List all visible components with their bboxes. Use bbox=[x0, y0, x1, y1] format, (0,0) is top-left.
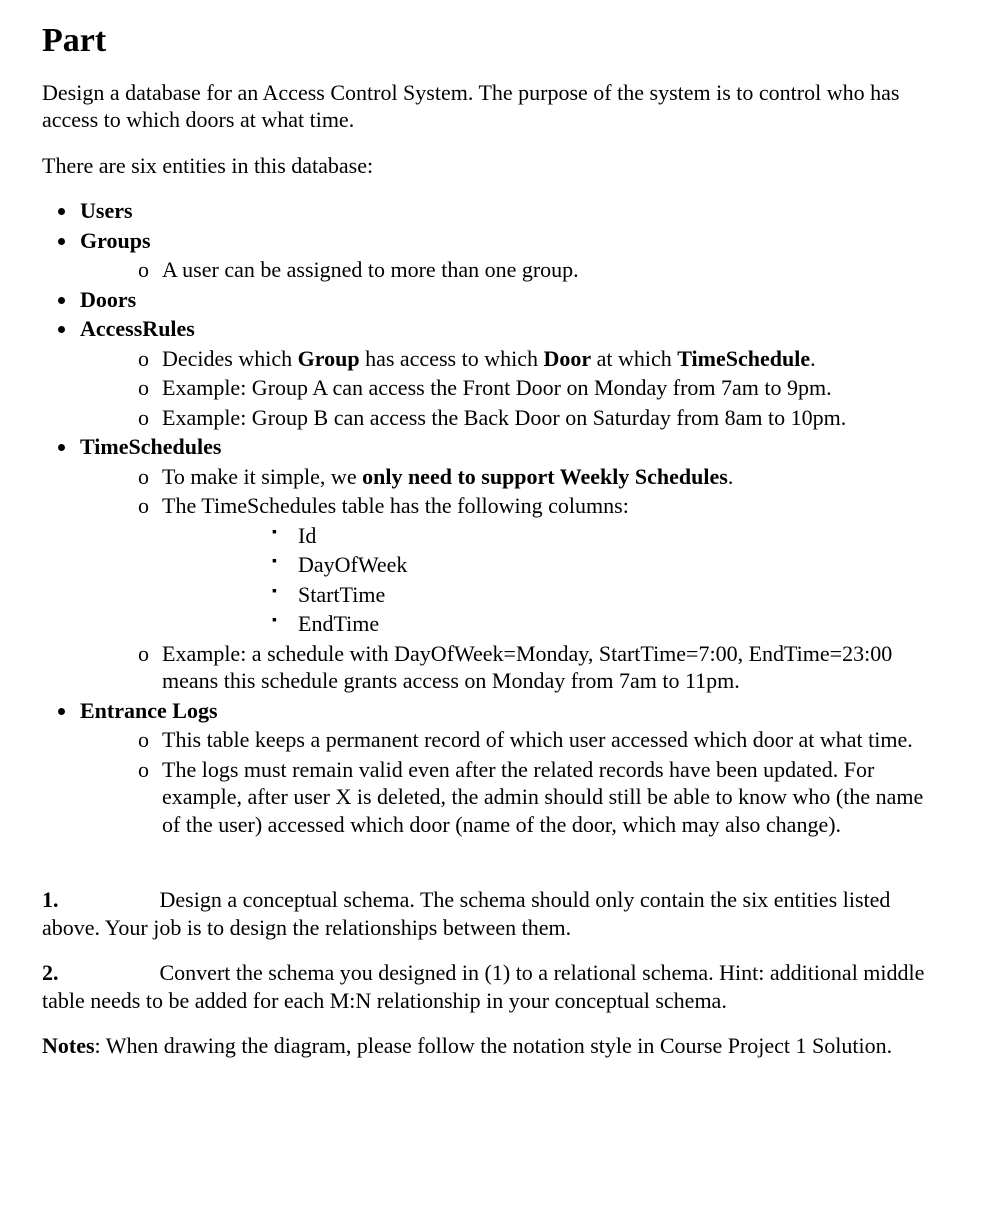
entity-accessrules: AccessRules Decides which Group has acce… bbox=[78, 315, 942, 431]
ar1-ts: TimeSchedule bbox=[677, 346, 810, 371]
entity-entrancelogs-label: Entrance Logs bbox=[80, 698, 218, 723]
ts-columns-list: Id DayOfWeek StartTime EndTime bbox=[162, 522, 942, 638]
ts-col-id-text: Id bbox=[298, 523, 316, 548]
entity-groups: Groups A user can be assigned to more th… bbox=[78, 227, 942, 284]
accessrules-note-2: Example: Group A can access the Front Do… bbox=[138, 374, 942, 402]
ts1-pre: To make it simple, we bbox=[162, 464, 362, 489]
entity-accessrules-sublist: Decides which Group has access to which … bbox=[80, 345, 942, 432]
entity-groups-label: Groups bbox=[80, 228, 151, 253]
task-2: 2. Convert the schema you designed in (1… bbox=[42, 959, 942, 1014]
ts-note-3: Example: a schedule with DayOfWeek=Monda… bbox=[138, 640, 942, 695]
ts3-text: Example: a schedule with DayOfWeek=Monda… bbox=[162, 641, 892, 694]
ar1-mid1: has access to which bbox=[360, 346, 544, 371]
entity-groups-sublist: A user can be assigned to more than one … bbox=[80, 256, 942, 284]
entities-list: Users Groups A user can be assigned to m… bbox=[42, 197, 942, 838]
task-2-number: 2. bbox=[42, 960, 59, 985]
accessrules-note-1: Decides which Group has access to which … bbox=[138, 345, 942, 373]
entity-timeschedules: TimeSchedules To make it simple, we only… bbox=[78, 433, 942, 695]
entity-doors-label: Doors bbox=[80, 287, 136, 312]
task-1-text: Design a conceptual schema. The schema s… bbox=[42, 887, 890, 940]
page-title: Part bbox=[42, 20, 942, 63]
document-page: Part Design a database for an Access Con… bbox=[0, 0, 984, 1210]
el-note-2: The logs must remain valid even after th… bbox=[138, 756, 942, 839]
groups-note-1: A user can be assigned to more than one … bbox=[138, 256, 942, 284]
ts-col-starttime-text: StartTime bbox=[298, 582, 385, 607]
ts-note-1: To make it simple, we only need to suppo… bbox=[138, 463, 942, 491]
entity-accessrules-label: AccessRules bbox=[80, 316, 195, 341]
groups-note-1-text: A user can be assigned to more than one … bbox=[162, 257, 579, 282]
task-2-text: Convert the schema you designed in (1) t… bbox=[42, 960, 924, 1013]
ts-col-id: Id bbox=[272, 522, 942, 550]
entity-timeschedules-sublist: To make it simple, we only need to suppo… bbox=[80, 463, 942, 695]
ar1-pre: Decides which bbox=[162, 346, 298, 371]
ts1-post: . bbox=[728, 464, 734, 489]
notes-text: : When drawing the diagram, please follo… bbox=[95, 1033, 893, 1058]
entity-doors: Doors bbox=[78, 286, 942, 314]
ts-col-starttime: StartTime bbox=[272, 581, 942, 609]
el1-text: This table keeps a permanent record of w… bbox=[162, 727, 913, 752]
entity-entrancelogs: Entrance Logs This table keeps a permane… bbox=[78, 697, 942, 839]
ts-col-endtime: EndTime bbox=[272, 610, 942, 638]
intro-paragraph-1: Design a database for an Access Control … bbox=[42, 79, 942, 134]
ar1-mid2: at which bbox=[591, 346, 677, 371]
intro-paragraph-2: There are six entities in this database: bbox=[42, 152, 942, 180]
entity-entrancelogs-sublist: This table keeps a permanent record of w… bbox=[80, 726, 942, 838]
ts1-bold: only need to support Weekly Schedules bbox=[362, 464, 728, 489]
notes: Notes: When drawing the diagram, please … bbox=[42, 1032, 942, 1060]
el-note-1: This table keeps a permanent record of w… bbox=[138, 726, 942, 754]
entity-timeschedules-label: TimeSchedules bbox=[80, 434, 221, 459]
ts-note-2: The TimeSchedules table has the followin… bbox=[138, 492, 942, 638]
entity-users-label: Users bbox=[80, 198, 133, 223]
task-1-number: 1. bbox=[42, 887, 59, 912]
accessrules-note-3: Example: Group B can access the Back Doo… bbox=[138, 404, 942, 432]
ar2-text: Example: Group A can access the Front Do… bbox=[162, 375, 832, 400]
ar1-door: Door bbox=[543, 346, 591, 371]
ts2-text: The TimeSchedules table has the followin… bbox=[162, 493, 629, 518]
ar1-group: Group bbox=[298, 346, 360, 371]
entity-users: Users bbox=[78, 197, 942, 225]
ar3-text: Example: Group B can access the Back Doo… bbox=[162, 405, 846, 430]
notes-label: Notes bbox=[42, 1033, 95, 1058]
el2-text: The logs must remain valid even after th… bbox=[162, 757, 923, 837]
ts-col-endtime-text: EndTime bbox=[298, 611, 379, 636]
section-spacer bbox=[42, 856, 942, 886]
ts-col-dayofweek-text: DayOfWeek bbox=[298, 552, 407, 577]
ts-col-dayofweek: DayOfWeek bbox=[272, 551, 942, 579]
task-1: 1. Design a conceptual schema. The schem… bbox=[42, 886, 942, 941]
ar1-post: . bbox=[810, 346, 816, 371]
